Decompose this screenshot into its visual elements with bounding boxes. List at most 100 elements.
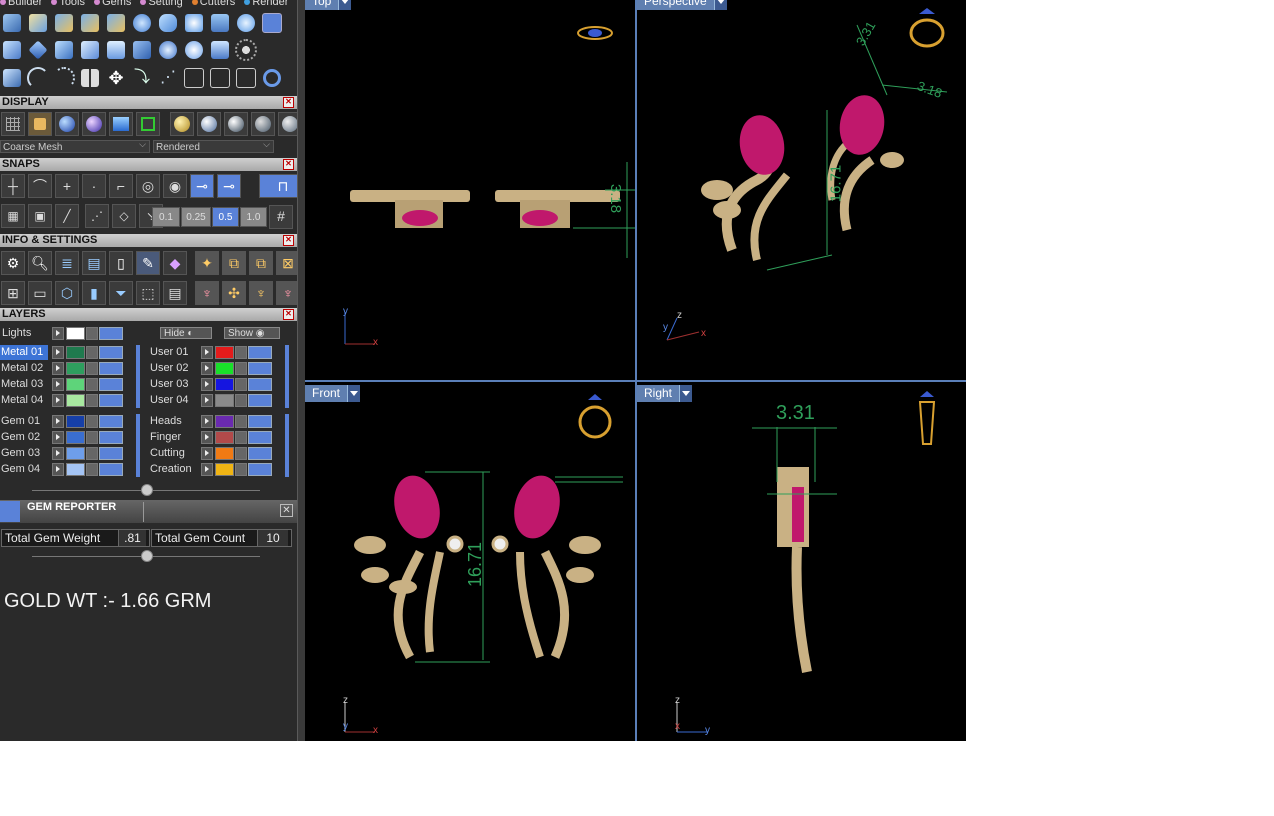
replace-gems-icon[interactable]: ⧉ (222, 251, 246, 275)
layer-visibility-toggle[interactable] (248, 346, 272, 359)
layer-color-swatch[interactable] (215, 431, 234, 444)
menu-setting[interactable]: Setting (140, 0, 183, 8)
pave-tool-icon[interactable] (130, 11, 154, 35)
layer-visibility-toggle[interactable] (248, 463, 272, 476)
layer-name[interactable]: User 03 (149, 377, 197, 392)
layer-color-swatch[interactable] (66, 394, 85, 407)
link-tool-icon[interactable] (182, 66, 206, 90)
quad-view-icon[interactable]: ⊞ (1, 281, 25, 305)
layer-color-swatch[interactable] (215, 415, 234, 428)
layer-row[interactable]: User 03 (149, 377, 289, 392)
sparkle-tool-icon[interactable] (182, 11, 206, 35)
snap-diamond-icon[interactable]: ◇ (112, 204, 136, 228)
snap-settings-icon[interactable]: # (269, 205, 293, 229)
layer-expand-icon[interactable] (52, 362, 64, 375)
close-gem-reporter-icon[interactable]: ✕ (280, 504, 293, 517)
prong-head-3-icon[interactable]: ♆ (249, 281, 273, 305)
view-toggle-icon[interactable] (260, 11, 284, 35)
layer-color-swatch[interactable] (215, 447, 234, 460)
gem-settings-icon[interactable]: ✦ (195, 251, 219, 275)
layer-name[interactable]: Gem 03 (0, 446, 48, 461)
snap-increment-0-5[interactable]: 0.5 (212, 207, 239, 227)
snap-increment-1-0[interactable]: 1.0 (240, 207, 267, 227)
cube-view-icon[interactable]: ⬡ (55, 281, 79, 305)
layer-scrollbar-left[interactable] (136, 345, 140, 408)
layer-name[interactable]: Gem 04 (0, 462, 48, 477)
layer-row[interactable]: Metal 02 (0, 361, 140, 376)
layer-lock-icon[interactable] (86, 346, 98, 359)
gold-material-icon[interactable] (170, 112, 194, 136)
layer-visibility-toggle[interactable] (248, 447, 272, 460)
layer-scrollbar-right-2[interactable] (285, 414, 289, 477)
array-tool-icon[interactable] (0, 66, 24, 90)
layer-visibility-toggle[interactable] (99, 415, 123, 428)
viewport-top[interactable]: Top 3.18 y x (305, 0, 637, 382)
viewport-right[interactable]: Right 3.31 z x y (637, 382, 966, 741)
layer-row[interactable]: Cutting (149, 446, 289, 461)
snap-planar-toggle-icon[interactable]: ⊓ (259, 174, 297, 198)
close-display-icon[interactable]: ✕ (283, 97, 294, 108)
layer-expand-icon[interactable] (52, 463, 64, 476)
layer-lock-icon[interactable] (86, 378, 98, 391)
layer-color-swatch[interactable] (66, 378, 85, 391)
panel-resize-handle[interactable] (141, 484, 153, 496)
prong-head-2-icon[interactable]: ✣ (222, 281, 246, 305)
lights-swatch[interactable] (66, 327, 85, 340)
layer-lock-icon[interactable] (235, 431, 247, 444)
close-layers-icon[interactable]: ✕ (283, 309, 294, 320)
snap-dotted-line-icon[interactable]: ⋰ (85, 204, 109, 228)
layer-row[interactable]: Heads (149, 414, 289, 429)
layer-name[interactable]: Cutting (149, 446, 197, 461)
layer-visibility-toggle[interactable] (99, 431, 123, 444)
snap-cube-icon[interactable]: ▣ (28, 204, 52, 228)
chrome-material-icon[interactable] (197, 112, 221, 136)
layer-visibility-toggle[interactable] (99, 394, 123, 407)
document-info-icon[interactable]: ▯ (109, 251, 133, 275)
layer-lock-icon[interactable] (86, 447, 98, 460)
layer-name[interactable]: Metal 02 (0, 361, 48, 376)
layer-color-swatch[interactable] (215, 463, 234, 476)
viewport-perspective[interactable]: Perspective 3.31 3.18 16.71 y z x (637, 0, 966, 382)
layer-visibility-toggle[interactable] (248, 415, 272, 428)
layers-stack-icon[interactable]: ≣ (55, 251, 79, 275)
layer-name[interactable]: Heads (149, 414, 197, 429)
layer-visibility-toggle[interactable] (248, 394, 272, 407)
layer-row[interactable]: Metal 01 (0, 345, 140, 360)
layer-row[interactable]: Creation (149, 462, 289, 477)
bevel-tool-icon[interactable] (130, 38, 154, 62)
layer-lock-icon[interactable] (235, 346, 247, 359)
snap-circle-icon[interactable]: ◉ (163, 174, 187, 198)
layer-expand-icon[interactable] (201, 463, 213, 476)
scatter-tool-icon[interactable]: ⋰ (156, 66, 180, 90)
curve-tool-icon[interactable] (0, 11, 24, 35)
reporter-resize-handle[interactable] (141, 550, 153, 562)
layer-lock-icon[interactable] (235, 415, 247, 428)
layer-lock-icon[interactable] (235, 378, 247, 391)
layer-lock-icon[interactable] (235, 394, 247, 407)
layer-lock-icon[interactable] (86, 362, 98, 375)
layer-visibility-toggle[interactable] (248, 378, 272, 391)
globe-tool-icon[interactable] (156, 38, 180, 62)
monitor-icon[interactable]: ▭ (28, 281, 52, 305)
layer-color-swatch[interactable] (215, 362, 234, 375)
layer-expand-icon[interactable] (52, 394, 64, 407)
mesh-quality-select[interactable]: Coarse Mesh (0, 138, 150, 153)
split-tool-icon[interactable] (208, 66, 232, 90)
layer-expand-icon[interactable] (201, 362, 213, 375)
snap-line-icon[interactable]: ╱ (55, 204, 79, 228)
viewport-front[interactable]: Front 16.71 z y x (305, 382, 637, 741)
layer-name[interactable]: Metal 01 (0, 345, 48, 360)
prong-head-icon[interactable]: ♆ (195, 281, 219, 305)
bend-tool-icon[interactable] (26, 11, 50, 35)
stack-tool-icon[interactable] (208, 38, 232, 62)
wire-display-icon[interactable] (28, 112, 52, 136)
hide-layers-button[interactable]: Hide ◐ (160, 327, 212, 339)
snap-point-icon[interactable]: · (82, 174, 106, 198)
prong-head-4-icon[interactable]: ♆ (276, 281, 297, 305)
layer-expand-icon[interactable] (52, 415, 64, 428)
filter-icon[interactable]: ⏷ (109, 281, 133, 305)
layer-visibility-toggle[interactable] (248, 362, 272, 375)
layer-expand-icon[interactable] (52, 447, 64, 460)
replace-gems-2-icon[interactable]: ⧉ (249, 251, 273, 275)
box-info-icon[interactable]: ▤ (82, 251, 106, 275)
